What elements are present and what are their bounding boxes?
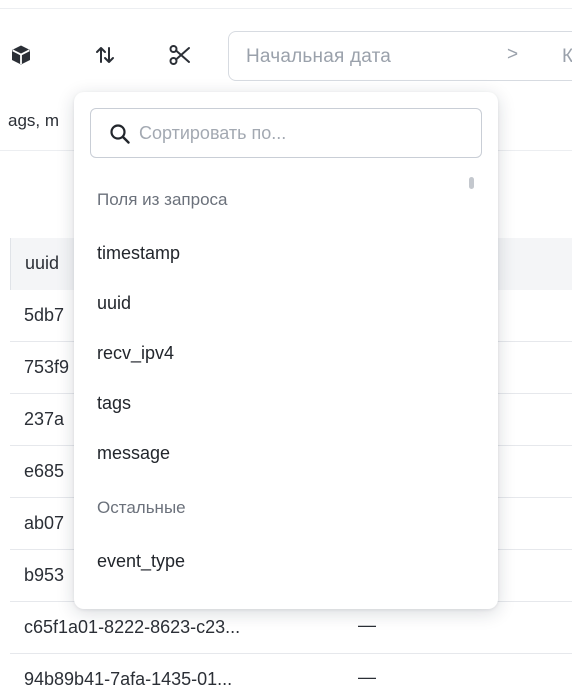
sort-option-tags[interactable]: tags <box>97 393 131 414</box>
column-header-uuid[interactable]: uuid <box>25 253 59 274</box>
search-icon <box>110 124 130 144</box>
filter-text[interactable]: ags, m <box>8 111 59 131</box>
cell-uuid: e685 <box>24 461 65 481</box>
scissors-icon[interactable] <box>167 42 193 68</box>
date-range-separator: > <box>507 44 519 65</box>
sort-option-event-type[interactable]: event_type <box>97 551 185 572</box>
cell-uuid: 5db7 <box>24 305 65 325</box>
cell-empty-value: — <box>358 615 376 635</box>
date-start-placeholder[interactable]: Начальная дата <box>246 46 391 68</box>
date-range-input[interactable]: Начальная дата > К <box>228 31 572 81</box>
cell-uuid: c65f1a01-8222-8623-c23... <box>24 617 241 637</box>
sort-search-placeholder: Сортировать по... <box>139 123 287 143</box>
sort-option-timestamp[interactable]: timestamp <box>97 243 180 264</box>
cube-icon[interactable] <box>8 42 34 68</box>
sort-search-input[interactable]: Сортировать по... <box>90 108 482 158</box>
cell-uuid: 94b89b41-7afa-1435-01... <box>24 669 233 686</box>
sort-dropdown: Сортировать по... Поля из запроса timest… <box>74 92 498 609</box>
cell-uuid: b953 <box>24 565 65 585</box>
sort-option-recv-ipv4[interactable]: recv_ipv4 <box>97 343 174 364</box>
sort-option-uuid[interactable]: uuid <box>97 293 131 314</box>
table-row[interactable]: 94b89b41-7afa-1435-01... — <box>10 654 572 686</box>
cell-uuid: 237a <box>24 409 65 429</box>
sort-arrows-icon[interactable] <box>92 42 118 68</box>
group-header-other: Остальные <box>97 498 186 517</box>
cell-uuid: ab07 <box>24 513 65 533</box>
cell-uuid: 753f9 <box>24 357 70 377</box>
table-row[interactable]: c65f1a01-8222-8623-c23... — <box>10 602 572 654</box>
group-header-query-fields: Поля из запроса <box>97 190 228 209</box>
sort-option-message[interactable]: message <box>97 443 170 464</box>
date-end-placeholder[interactable]: К <box>562 46 572 68</box>
cell-empty-value: — <box>358 667 376 686</box>
dropdown-scrollbar[interactable] <box>469 177 474 189</box>
